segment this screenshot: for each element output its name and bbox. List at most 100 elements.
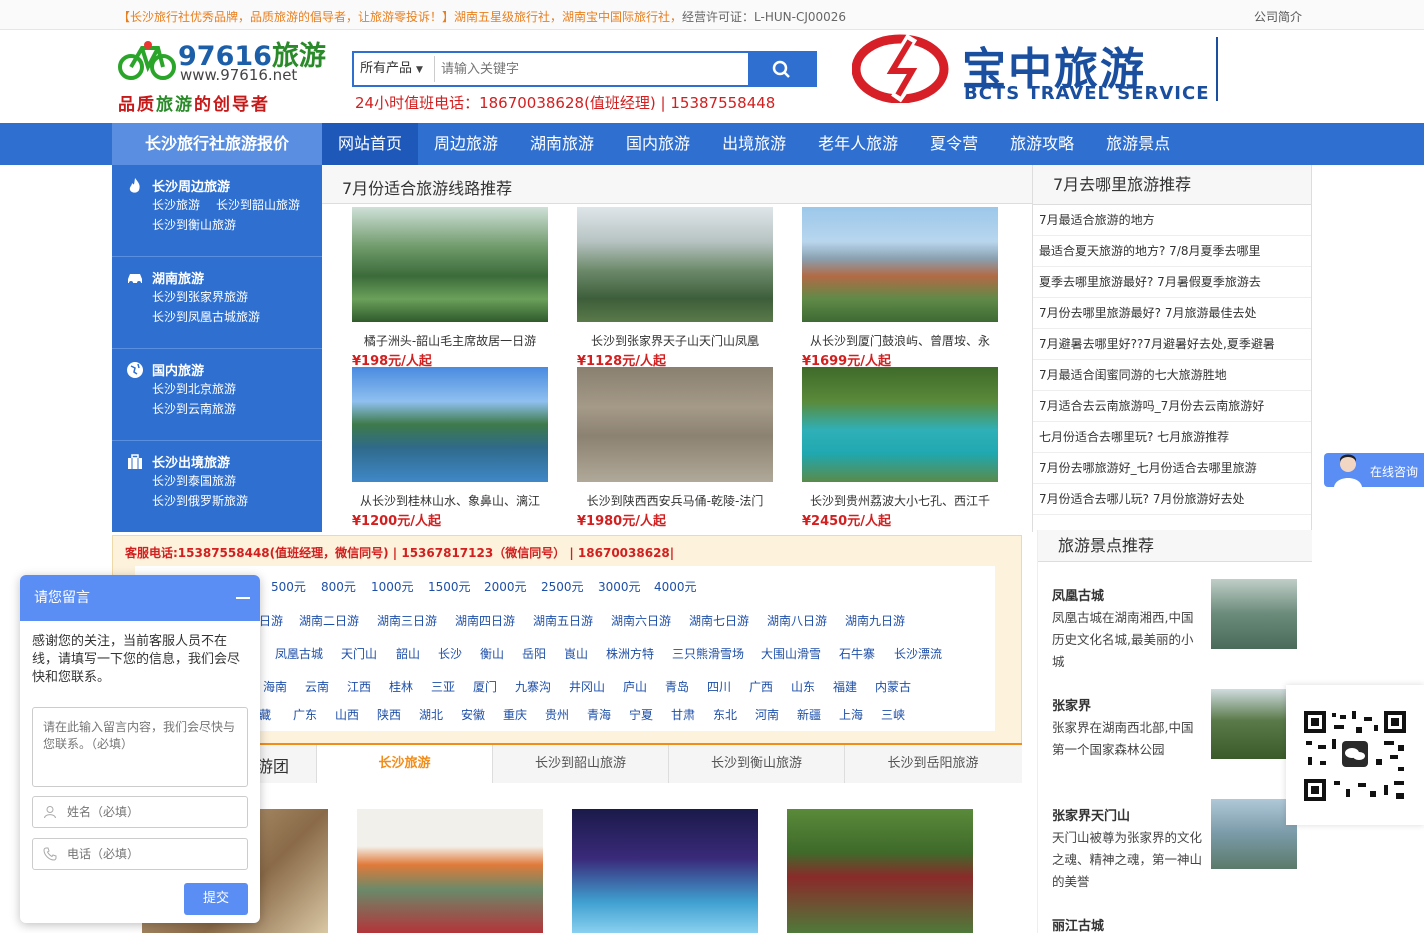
spot-filter-link[interactable]: 长沙	[438, 645, 462, 662]
province-link[interactable]: 内蒙古	[875, 678, 911, 695]
company-intro-link[interactable]: 公司简介	[1254, 8, 1302, 25]
price-filter-link[interactable]: 3000元	[598, 578, 641, 595]
spot-filter-link[interactable]: 石牛寨	[839, 645, 875, 662]
chat-header[interactable]: 请您留言	[20, 575, 260, 621]
days-filter-link[interactable]: 湖南七日游	[689, 612, 749, 629]
spot-filter-link[interactable]: 韶山	[396, 645, 420, 662]
province-link[interactable]: 陕西	[377, 706, 401, 723]
site-logo[interactable]: 97616旅游 www.97616.net 品质旅游的创导者	[118, 34, 326, 115]
province-link[interactable]: 广西	[749, 678, 773, 695]
province-link[interactable]: 重庆	[503, 706, 527, 723]
spot-filter-link[interactable]: 株洲方特	[606, 645, 654, 662]
price-filter-link[interactable]: 800元	[321, 578, 356, 595]
spot-filter-link[interactable]: 衡山	[480, 645, 504, 662]
province-link[interactable]: 四川	[707, 678, 731, 695]
province-link[interactable]: 山西	[335, 706, 359, 723]
route-caption[interactable]: 从长沙到桂林山水、象鼻山、漓江	[352, 492, 548, 509]
province-link[interactable]: 九寨沟	[515, 678, 551, 695]
spot-item[interactable]: 张家界天门山 天门山被尊为张家界的文化之魂、精神之魂，第一神山的美誉	[1052, 799, 1307, 889]
spot-item[interactable]: 张家界 张家界在湖南西北部,中国第一个国家森林公园	[1052, 689, 1307, 759]
price-filter-link[interactable]: 2000元	[484, 578, 527, 595]
route-card[interactable]: 长沙到陕西西安兵马俑-乾陵-法门 ¥1980元/人起	[577, 367, 773, 529]
nav-nearby[interactable]: 周边旅游	[418, 123, 514, 165]
spot-filter-link[interactable]: 大围山滑雪	[761, 645, 821, 662]
days-filter-link[interactable]: 湖南六日游	[611, 612, 671, 629]
tab-changsha[interactable]: 长沙旅游	[316, 745, 492, 783]
route-photo[interactable]	[577, 207, 773, 322]
days-filter-link[interactable]: 湖南三日游	[377, 612, 437, 629]
side-group-title[interactable]: 湖南旅游	[152, 268, 204, 287]
side-group-title[interactable]: 长沙出境旅游	[152, 452, 230, 471]
spot-photo[interactable]	[1211, 799, 1297, 869]
side-group-title[interactable]: 长沙周边旅游	[152, 176, 230, 195]
spot-filter-link[interactable]: 天门山	[341, 645, 377, 662]
price-filter-link[interactable]: 1000元	[371, 578, 414, 595]
price-filter-link[interactable]: 1500元	[428, 578, 471, 595]
province-link[interactable]: 江西	[347, 678, 371, 695]
online-consult-button[interactable]: 在线咨询	[1324, 453, 1424, 487]
recommend-item[interactable]: 7月份适合去哪儿玩? 7月份旅游好去处	[1033, 484, 1311, 515]
tour-photo[interactable]	[787, 809, 973, 933]
route-card[interactable]: 从长沙到桂林山水、象鼻山、漓江 ¥1200元/人起	[352, 367, 548, 529]
province-link[interactable]: 新疆	[797, 706, 821, 723]
side-link[interactable]: 长沙到张家界旅游	[152, 288, 248, 305]
province-link[interactable]: 藏	[259, 706, 271, 723]
province-link[interactable]: 海南	[263, 678, 287, 695]
spot-filter-link[interactable]: 长沙漂流	[894, 645, 942, 662]
nav-hunan[interactable]: 湖南旅游	[514, 123, 610, 165]
price-filter-link[interactable]: 500元	[271, 578, 306, 595]
route-photo[interactable]	[577, 367, 773, 482]
province-link[interactable]: 庐山	[623, 678, 647, 695]
province-link[interactable]: 青海	[587, 706, 611, 723]
route-card[interactable]: 长沙到贵州荔波大小七孔、西江千 ¥2450元/人起	[802, 367, 998, 529]
route-photo[interactable]	[352, 367, 548, 482]
price-filter-link[interactable]: 4000元	[654, 578, 697, 595]
nav-outbound[interactable]: 出境旅游	[706, 123, 802, 165]
tab-shaoshan[interactable]: 长沙到韶山旅游	[492, 745, 668, 783]
route-card[interactable]: 橘子洲头-韶山毛主席故居一日游 ¥198元/人起	[352, 207, 548, 369]
spot-filter-link[interactable]: 三只熊滑雪场	[672, 645, 744, 662]
days-filter-link[interactable]: 湖南八日游	[767, 612, 827, 629]
phone-field[interactable]	[32, 838, 248, 870]
side-link[interactable]: 长沙到凤凰古城旅游	[152, 308, 260, 325]
side-link[interactable]: 长沙到泰国旅游	[152, 472, 236, 489]
submit-button[interactable]: 提交	[184, 883, 248, 915]
province-link[interactable]: 厦门	[473, 678, 497, 695]
route-caption[interactable]: 长沙到张家界天子山天门山凤凰	[577, 332, 773, 349]
tab-yueyang[interactable]: 长沙到岳阳旅游	[844, 745, 1021, 783]
side-link[interactable]: 长沙到云南旅游	[152, 400, 236, 417]
name-field[interactable]	[32, 796, 248, 828]
route-photo[interactable]	[352, 207, 548, 322]
nav-home[interactable]: 网站首页	[322, 123, 419, 165]
spot-filter-link[interactable]: 崀山	[564, 645, 588, 662]
days-filter-link[interactable]: 湖南四日游	[455, 612, 515, 629]
province-link[interactable]: 东北	[713, 706, 737, 723]
recommend-item[interactable]: 7月份去哪里旅游最好? 7月旅游最佳去处	[1033, 298, 1311, 329]
province-link[interactable]: 井冈山	[569, 678, 605, 695]
nav-attractions[interactable]: 旅游景点	[1090, 123, 1186, 165]
nav-summer-camp[interactable]: 夏令营	[914, 123, 994, 165]
search-button[interactable]	[748, 53, 815, 85]
route-caption[interactable]: 长沙到陕西西安兵马俑-乾陵-法门	[577, 492, 773, 509]
province-link[interactable]: 三峡	[881, 706, 905, 723]
province-link[interactable]: 贵州	[545, 706, 569, 723]
nav-elderly[interactable]: 老年人旅游	[802, 123, 914, 165]
province-link[interactable]: 福建	[833, 678, 857, 695]
recommend-item[interactable]: 7月避暑去哪里好??7月避暑好去处,夏季避暑	[1033, 329, 1311, 360]
spot-item[interactable]: 凤凰古城 凤凰古城在湖南湘西,中国历史文化名城,最美丽的小城	[1052, 579, 1307, 669]
recommend-item[interactable]: 7月最适合旅游的地方	[1033, 205, 1311, 236]
province-link[interactable]: 三亚	[431, 678, 455, 695]
side-group-title[interactable]: 国内旅游	[152, 360, 204, 379]
recommend-item[interactable]: 7月最适合闺蜜同游的七大旅游胜地	[1033, 360, 1311, 391]
tab-hengshan[interactable]: 长沙到衡山旅游	[668, 745, 844, 783]
recommend-item[interactable]: 7月份去哪旅游好_七月份适合去哪里旅游	[1033, 453, 1311, 484]
spot-item[interactable]: 丽江古城	[1052, 915, 1307, 933]
province-link[interactable]: 湖北	[419, 706, 443, 723]
side-link[interactable]: 长沙到衡山旅游	[152, 216, 236, 233]
route-card[interactable]: 从长沙到厦门鼓浪屿、曾厝垵、永 ¥1699元/人起	[802, 207, 998, 369]
recommend-item[interactable]: 夏季去哪里旅游最好? 7月暑假夏季旅游去	[1033, 267, 1311, 298]
spot-name[interactable]: 丽江古城	[1052, 915, 1307, 933]
province-link[interactable]: 上海	[839, 706, 863, 723]
recommend-item[interactable]: 7月适合去云南旅游吗_7月份去云南旅游好	[1033, 391, 1311, 422]
route-card[interactable]: 长沙到张家界天子山天门山凤凰 ¥1128元/人起	[577, 207, 773, 369]
